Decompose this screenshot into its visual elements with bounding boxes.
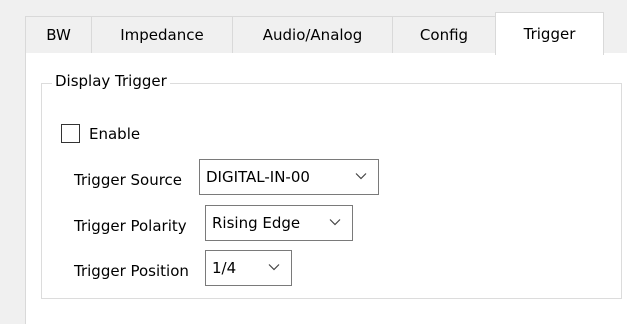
- tab-audio-analog[interactable]: Audio/Analog: [232, 16, 393, 53]
- chevron-down-icon: [329, 219, 341, 226]
- trigger-position-value: 1/4: [212, 259, 237, 277]
- tab-label: Impedance: [120, 26, 204, 44]
- trigger-position-dropdown[interactable]: 1/4: [205, 250, 292, 286]
- trigger-position-label: Trigger Position: [74, 262, 189, 280]
- group-title: Display Trigger: [52, 72, 170, 90]
- tab-bw[interactable]: BW: [25, 16, 92, 53]
- trigger-tab-panel: Display Trigger Enable Trigger Source DI…: [25, 53, 627, 324]
- display-trigger-group: Display Trigger Enable Trigger Source DI…: [41, 72, 622, 299]
- trigger-source-label: Trigger Source: [74, 171, 183, 189]
- chevron-down-icon: [268, 264, 280, 271]
- trigger-source-dropdown[interactable]: DIGITAL-IN-00: [199, 159, 379, 195]
- trigger-polarity-value: Rising Edge: [212, 214, 301, 232]
- tab-label: Config: [419, 26, 469, 44]
- tab-trigger[interactable]: Trigger: [495, 12, 604, 55]
- enable-checkbox-row[interactable]: Enable: [61, 124, 140, 143]
- trigger-polarity-dropdown[interactable]: Rising Edge: [205, 205, 353, 241]
- tab-label: BW: [46, 26, 71, 44]
- trigger-polarity-label: Trigger Polarity: [74, 217, 187, 235]
- tab-bar: BW Impedance Audio/Analog Config Trigger: [0, 0, 627, 55]
- enable-label: Enable: [89, 124, 141, 143]
- tab-impedance[interactable]: Impedance: [91, 16, 233, 53]
- tab-config[interactable]: Config: [392, 16, 496, 53]
- tab-label: Trigger: [523, 25, 576, 43]
- enable-checkbox[interactable]: [61, 124, 80, 143]
- tab-label: Audio/Analog: [262, 26, 363, 44]
- trigger-source-value: DIGITAL-IN-00: [206, 168, 310, 186]
- chevron-down-icon: [355, 173, 367, 180]
